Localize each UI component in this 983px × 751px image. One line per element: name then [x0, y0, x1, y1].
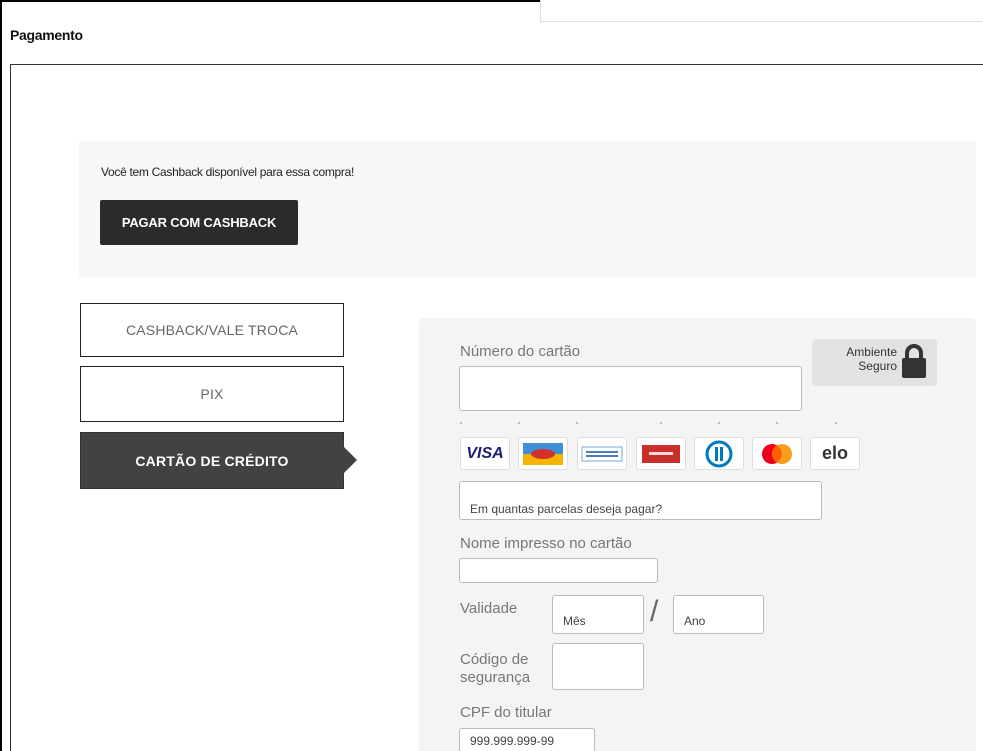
expiry-label: Validade [460, 600, 518, 617]
expiry-month-input[interactable] [552, 595, 644, 634]
top-header-box [540, 0, 983, 22]
security-code-label: Código de segurança [460, 651, 531, 686]
lock-icon [902, 344, 926, 378]
installments-select[interactable] [459, 481, 822, 520]
mastercard-brand-icon [752, 437, 802, 470]
card-number-input[interactable] [459, 366, 802, 411]
cpf-input[interactable] [459, 728, 595, 751]
hipercard-red-brand-icon [636, 437, 686, 470]
elo-brand-icon: elo [810, 437, 860, 470]
card-number-dots [460, 422, 840, 428]
card-number-label: Número do cartão [460, 343, 581, 360]
cpf-label: CPF do titular [460, 704, 552, 721]
visa-brand-icon: VISA [460, 437, 510, 470]
security-code-input[interactable] [552, 643, 644, 690]
secure-badge-line1: Ambiente [846, 345, 897, 359]
secure-badge-line2: Seguro [858, 359, 897, 373]
cardholder-name-label: Nome impresso no cartão [460, 535, 632, 552]
cardholder-name-input[interactable] [459, 558, 658, 583]
tab-credit-card[interactable]: CARTÃO DE CRÉDITO [80, 432, 344, 489]
expiry-year-input[interactable] [673, 595, 764, 634]
secure-environment-badge: Ambiente Seguro [812, 339, 937, 386]
tab-pix[interactable]: PIX [80, 366, 344, 422]
tab-cashback-vale-troca[interactable]: CASHBACK/VALE TROCA [80, 303, 344, 357]
expiry-separator: / [650, 595, 659, 628]
pay-with-cashback-button[interactable]: PAGAR COM CASHBACK [100, 200, 298, 245]
cashback-message: Você tem Cashback disponível para essa c… [101, 165, 355, 179]
hipercard-brand-icon [518, 437, 568, 470]
diners-club-brand-icon [694, 437, 744, 470]
american-express-brand-icon [577, 437, 627, 470]
page-title: Pagamento [10, 27, 83, 43]
active-tab-pointer [343, 446, 357, 474]
